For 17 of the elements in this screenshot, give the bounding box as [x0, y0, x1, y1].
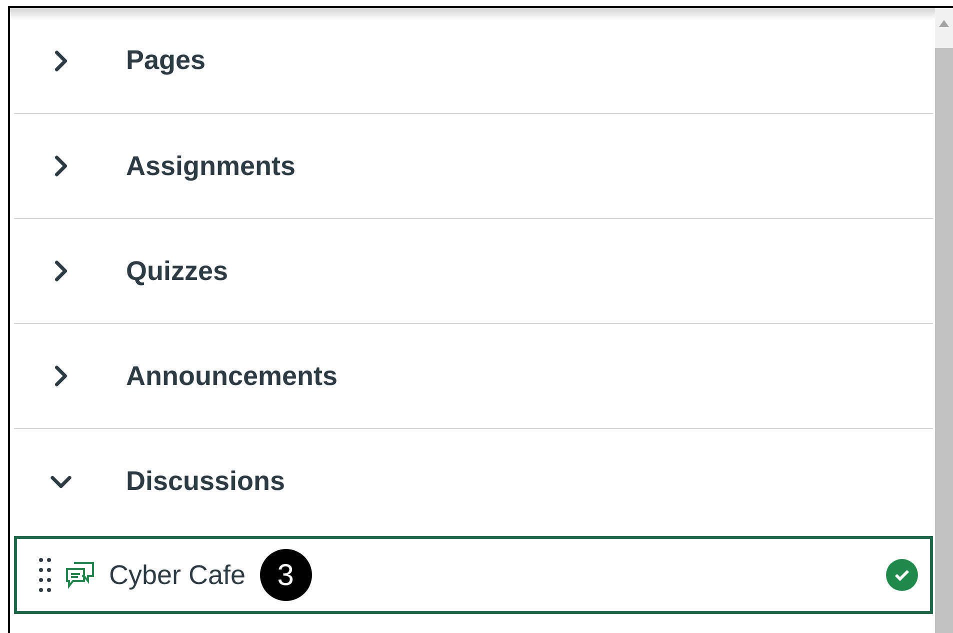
section-title: Discussions [126, 465, 286, 498]
drag-handle-icon[interactable] [39, 558, 51, 592]
section-header[interactable]: Discussions [14, 429, 933, 534]
section-title: Pages [126, 44, 206, 78]
published-check-icon[interactable] [886, 559, 918, 591]
section-title: Assignments [126, 150, 296, 183]
discussion-item[interactable]: Cyber Cafe 3 [14, 536, 933, 614]
discussion-icon [65, 561, 95, 589]
section-header[interactable]: Quizzes [14, 219, 933, 324]
section-title: Announcements [126, 360, 338, 393]
section-header[interactable]: Assignments [14, 114, 933, 219]
scrollbar[interactable] [935, 8, 953, 633]
item-title[interactable]: Cyber Cafe [109, 554, 246, 596]
section-header[interactable]: Announcements [14, 324, 933, 429]
callout-badge: 3 [260, 549, 312, 601]
section-header[interactable]: Pages [14, 8, 933, 114]
section-title: Quizzes [126, 254, 228, 288]
